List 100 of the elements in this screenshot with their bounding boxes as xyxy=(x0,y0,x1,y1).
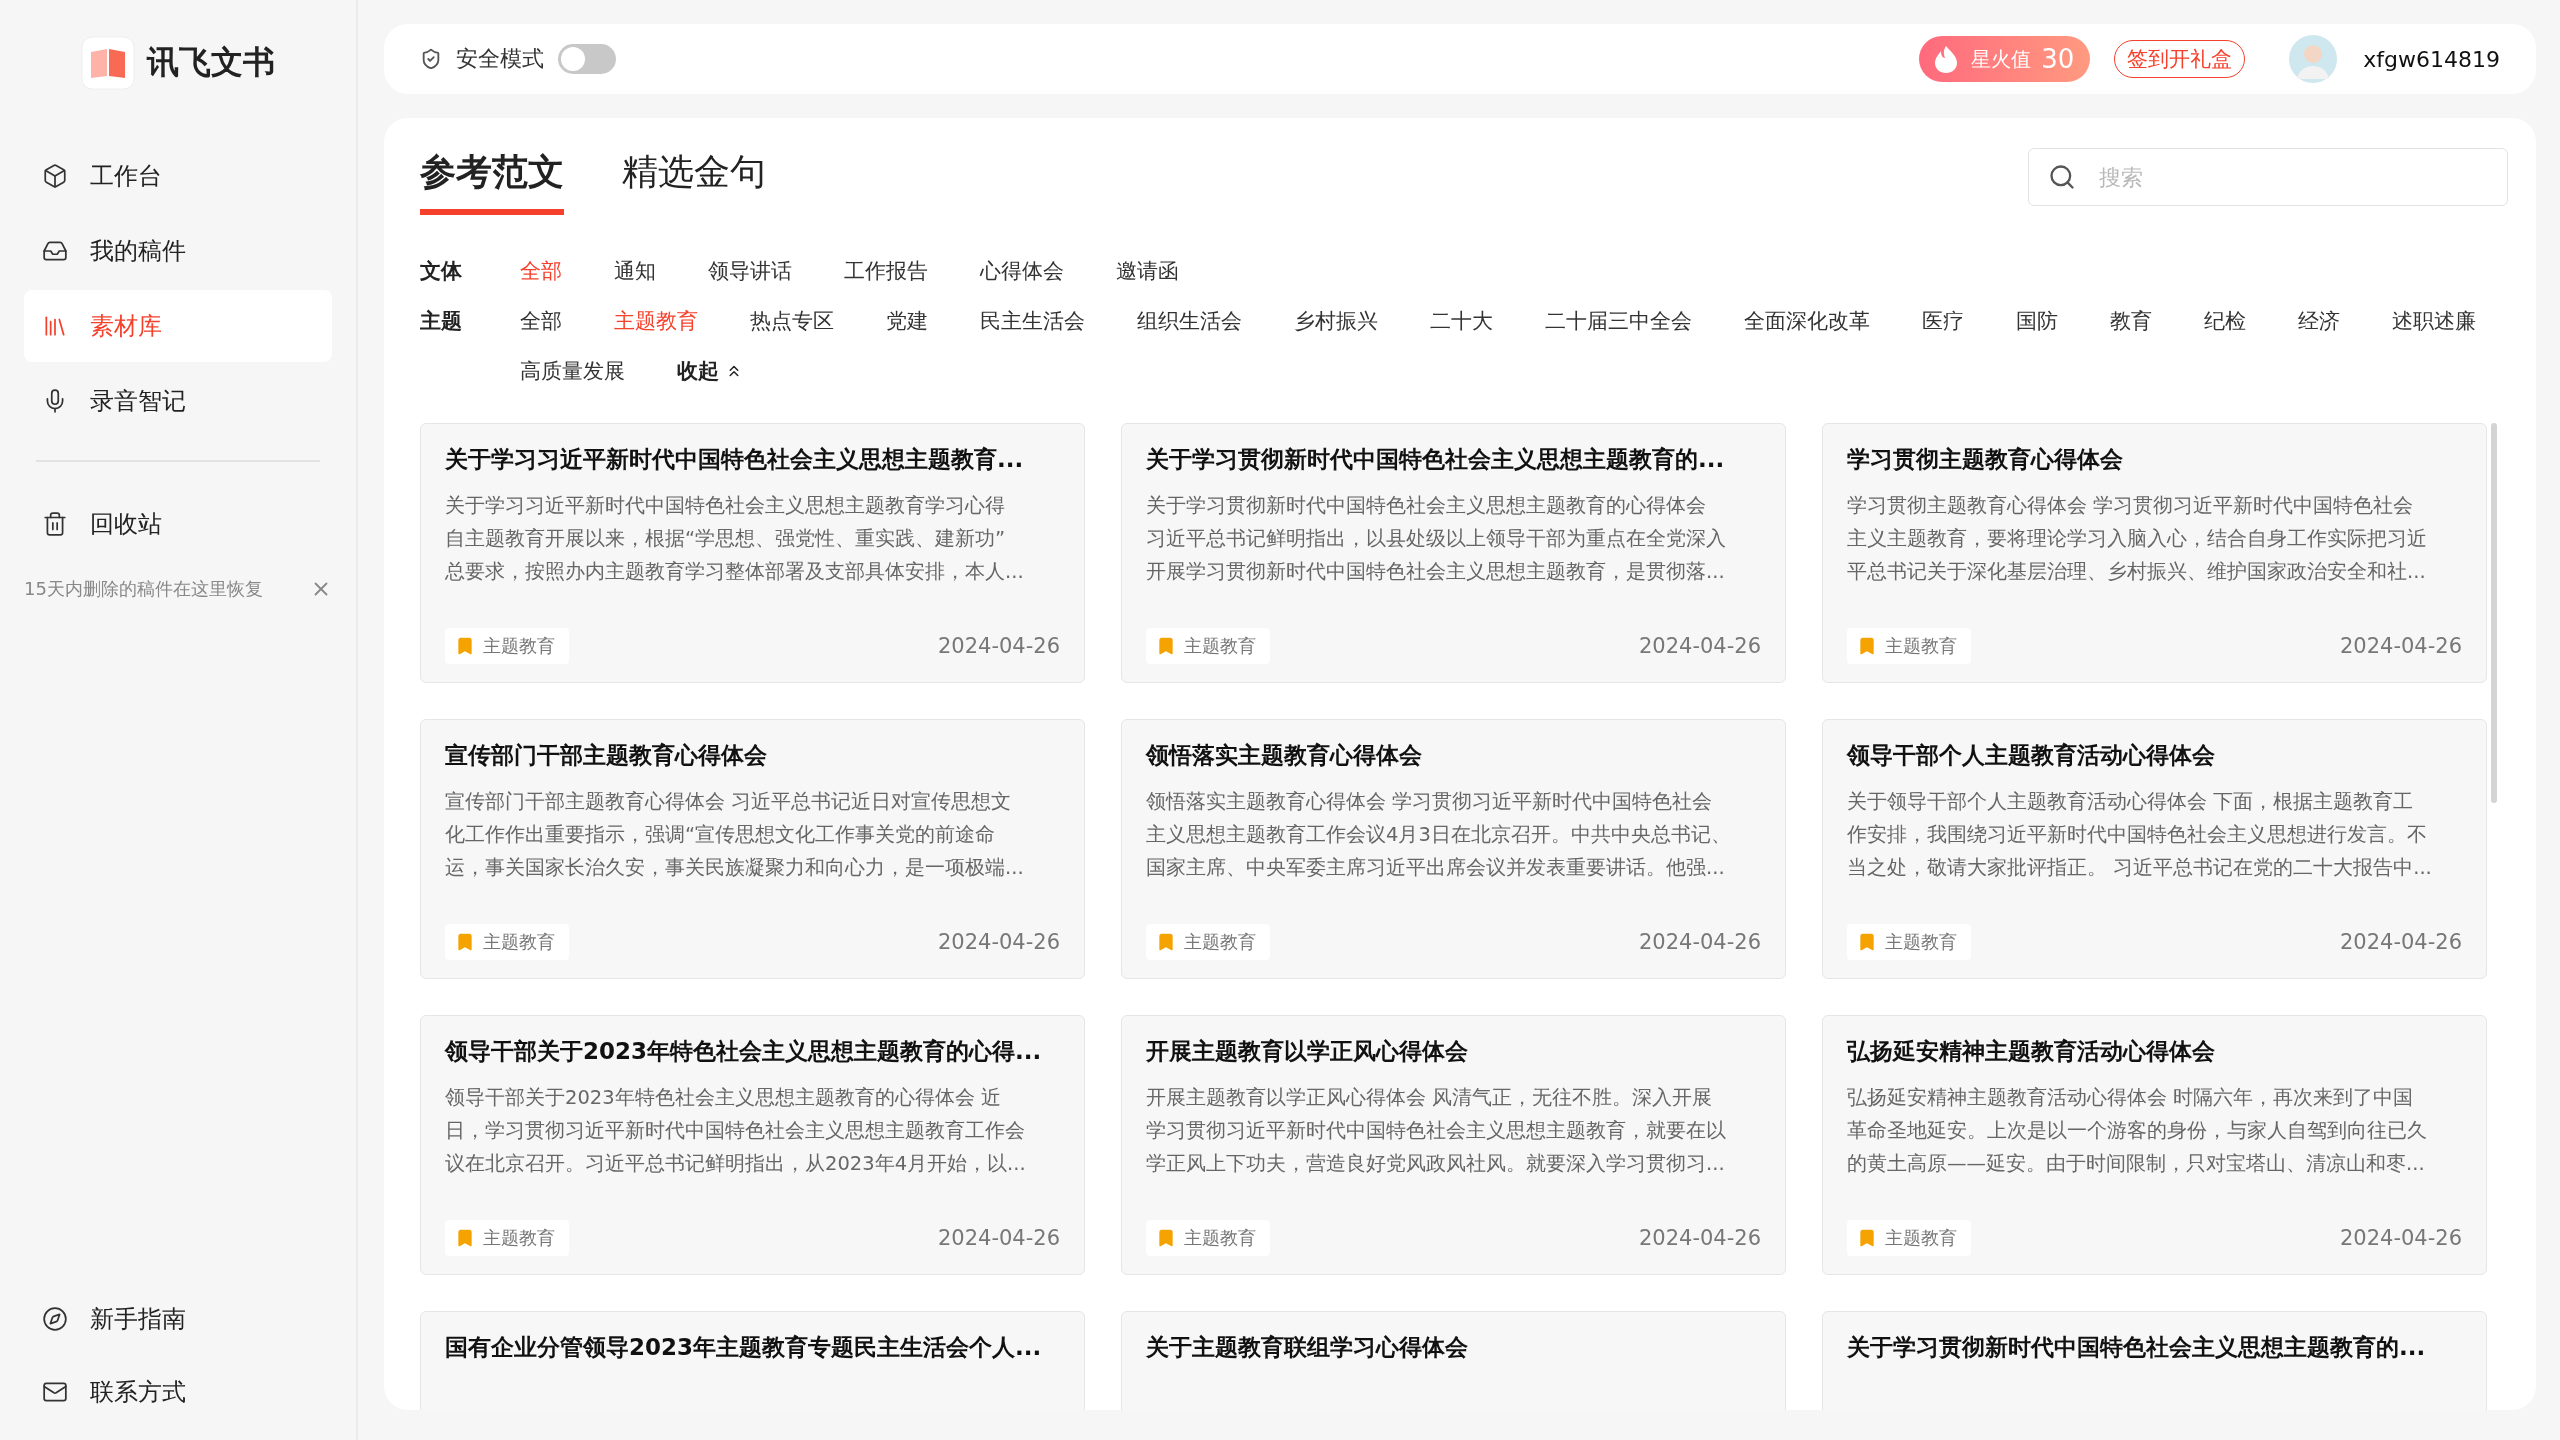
box-icon xyxy=(42,163,68,189)
filter-label: 主题 xyxy=(420,308,463,335)
card-excerpt: 领导干部关于2023年特色社会主义思想主题教育的心得体会 近 日，学习贯彻习近平新时代中国特色社会主义思想主题教育工作会 议在北京召开。习近平总书记鲜明指出，从2023年4月开始，以... xyxy=(445,1085,1027,1177)
checkin-button[interactable]: 签到开礼盒 xyxy=(2114,40,2246,78)
article-card[interactable]: 关于学习习近平新时代中国特色社会主义思想主题教育... 关于学习习近平新时代中国特色社会主义思想主题教育学习心得 自主题教育开展以来，根据“学思想、强党性、重实践、建新功” 总要求，按照办内主题教育学习整体部署及支部具体安排，本人... 主题教育 2024-04-26 xyxy=(420,423,1085,683)
bookmark-icon xyxy=(1156,636,1176,656)
recycle-hint: 15天内删除的稿件在这里恢复 xyxy=(24,577,263,601)
filter-option[interactable]: 全部 xyxy=(520,251,562,291)
topic-tag: 主题教育 xyxy=(445,628,569,664)
article-card[interactable]: 关于主题教育联组学习心得体会 xyxy=(1121,1311,1786,1410)
tab[interactable]: 精选金句 xyxy=(622,148,766,215)
card-excerpt: 领悟落实主题教育心得体会 学习贯彻习近平新时代中国特色社会 主义思想主题教育工作会议4月3日在北京召开。中共中央总书记、 国家主席、中央军委主席习近平出席会议并发表重要讲话。他强... xyxy=(1146,789,1732,881)
card-title: 领悟落实主题教育心得体会 xyxy=(1146,741,1423,770)
topic-tag: 主题教育 xyxy=(445,1220,569,1256)
card-excerpt: 学习贯彻主题教育心得体会 学习贯彻习近平新时代中国特色社会 主义主题教育，要将理论学习入脑入心，结合自身工作实际把习近 平总书记关于深化基层治理、乡村振兴、维护国家政治安全和社... xyxy=(1847,493,2428,585)
filter-option[interactable]: 纪检 xyxy=(2204,301,2246,341)
filter-option[interactable]: 二十大 xyxy=(1430,301,1493,341)
card-date: 2024-04-26 xyxy=(1638,1226,1761,1250)
article-card[interactable]: 宣传部门干部主题教育心得体会 宣传部门干部主题教育心得体会 习近平总书记近日对宣传思想文 化工作作出重要指示，强调“宣传思想文化工作事关党的前途命 运，事关国家长治久安，事关民族凝聚力和向心力，是一项极端... 主题教育 2024-04-26 xyxy=(420,719,1085,979)
tray-icon xyxy=(42,238,68,264)
filter-option[interactable]: 通知 xyxy=(614,251,656,291)
topic-tag: 主题教育 xyxy=(1146,628,1270,664)
card-title: 领导干部关于2023年特色社会主义思想主题教育的心得... xyxy=(445,1037,1043,1066)
card-date: 2024-04-26 xyxy=(2339,634,2462,658)
card-excerpt: 关于领导干部个人主题教育活动心得体会 下面，根据主题教育工 作安排，我围绕习近平新时代中国特色社会主义思想进行发言。不 当之处，敬请大家批评指正。 习近平总书记在党的二十大报告中... xyxy=(1847,789,2433,881)
card-excerpt: 开展主题教育以学正风心得体会 风清气正，无往不胜。深入开展 学习贯彻习近平新时代中国特色社会主义思想主题教育，就要在以 学正风上下功夫，营造良好党风政风社风。就要深入学习贯彻习... xyxy=(1146,1085,1727,1177)
filter-option[interactable]: 领导讲话 xyxy=(708,251,792,291)
filter-option[interactable]: 热点专区 xyxy=(750,301,834,341)
sidebar-item[interactable]: 素材库 xyxy=(24,290,332,362)
collapse-button[interactable]: 收起 xyxy=(677,351,743,391)
article-card[interactable]: 关于学习贯彻新时代中国特色社会主义思想主题教育的... xyxy=(1822,1311,2487,1410)
filter-option[interactable]: 主题教育 xyxy=(614,301,698,341)
article-card[interactable]: 领悟落实主题教育心得体会 领悟落实主题教育心得体会 学习贯彻习近平新时代中国特色社会 主义思想主题教育工作会议4月3日在北京召开。中共中央总书记、 国家主席、中央军委主席习近平出席会议并发表重要讲话。他强... 主题教育 2024-04-26 xyxy=(1121,719,1786,979)
bookmark-icon xyxy=(1156,1228,1176,1248)
sidebar-item[interactable]: 新手指南 xyxy=(24,1284,332,1354)
avatar[interactable] xyxy=(2289,35,2338,83)
topic-tag: 主题教育 xyxy=(445,924,569,960)
app-logo: 讯飞文书 xyxy=(147,42,275,83)
filter-option[interactable]: 心得体会 xyxy=(980,251,1064,291)
card-excerpt: 关于学习习近平新时代中国特色社会主义思想主题教育学习心得 自主题教育开展以来，根据“学思想、强党性、重实践、建新功” 总要求，按照办内主题教育学习整体部署及支部具体安排，本人... xyxy=(445,493,1025,585)
bookmark-icon xyxy=(455,932,475,952)
filter-option[interactable]: 全面深化改革 xyxy=(1744,301,1870,341)
filter-option[interactable]: 述职述廉 xyxy=(2392,301,2476,341)
card-date: 2024-04-26 xyxy=(937,1226,1060,1250)
article-card[interactable]: 弘扬延安精神主题教育活动心得体会 弘扬延安精神主题教育活动心得体会 时隔六年，再次来到了中国 革命圣地延安。上次是以一个游客的身份，与家人自驾到向往已久 的黄土高原——延安。由于时间限制，只对宝塔山、清凉山和枣... 主题教育 2024-04-26 xyxy=(1822,1015,2487,1275)
card-date: 2024-04-26 xyxy=(1638,634,1761,658)
article-card[interactable]: 关于学习贯彻新时代中国特色社会主义思想主题教育的... 关于学习贯彻新时代中国特色社会主义思想主题教育的心得体会 习近平总书记鲜明指出，以县处级以上领导干部为重点在全党深入 开展学习贯彻新时代中国特色社会主义思想主题教育，是贯彻落... 主题教育 2024-04-26 xyxy=(1121,423,1786,683)
filter-label: 文体 xyxy=(420,258,463,285)
filter-option[interactable]: 邀请函 xyxy=(1116,251,1179,291)
filter-option[interactable]: 工作报告 xyxy=(844,251,928,291)
filter-option[interactable]: 国防 xyxy=(2016,301,2058,341)
filter-option[interactable]: 教育 xyxy=(2110,301,2152,341)
topic-tag: 主题教育 xyxy=(1847,628,1971,664)
spark-value: 30 xyxy=(2041,44,2075,74)
bookmark-icon xyxy=(455,636,475,656)
card-excerpt: 关于学习贯彻新时代中国特色社会主义思想主题教育的心得体会 习近平总书记鲜明指出，以县处级以上领导干部为重点在全党深入 开展学习贯彻新时代中国特色社会主义思想主题教育，是贯彻落... xyxy=(1146,493,1727,585)
card-title: 关于学习习近平新时代中国特色社会主义思想主题教育... xyxy=(445,445,1025,474)
sidebar-item[interactable]: 我的稿件 xyxy=(24,215,332,287)
filter-option[interactable]: 乡村振兴 xyxy=(1294,301,1378,341)
filter-option[interactable]: 组织生活会 xyxy=(1137,301,1242,341)
card-title: 宣传部门干部主题教育心得体会 xyxy=(445,741,768,770)
filter-option[interactable]: 民主生活会 xyxy=(980,301,1085,341)
trash-icon xyxy=(42,511,68,537)
bookmark-icon xyxy=(1857,636,1877,656)
card-title: 学习贯彻主题教育心得体会 xyxy=(1847,445,2124,474)
compass-icon xyxy=(42,1306,68,1332)
article-card[interactable]: 领导干部关于2023年特色社会主义思想主题教育的心得... 领导干部关于2023年特色社会主义思想主题教育的心得体会 近 日，学习贯彻习近平新时代中国特色社会主义思想主题教育工作会 议在北京召开。习近平总书记鲜明指出，从2023年4月开始，以... 主题教育 2024-04-26 xyxy=(420,1015,1085,1275)
safe-mode-toggle[interactable] xyxy=(558,44,616,74)
sidebar-item[interactable]: 联系方式 xyxy=(24,1357,332,1427)
filter-option[interactable]: 医疗 xyxy=(1922,301,1964,341)
article-card[interactable]: 国有企业分管领导2023年主题教育专题民主生活会个人... xyxy=(420,1311,1085,1410)
sidebar-item[interactable]: 录音智记 xyxy=(24,365,332,437)
sidebar-item[interactable]: 工作台 xyxy=(24,140,332,212)
card-title: 国有企业分管领导2023年主题教育专题民主生活会个人... xyxy=(445,1333,1043,1362)
sidebar-item[interactable]: 回收站 xyxy=(24,488,332,560)
search-field[interactable]: 搜索 xyxy=(2028,148,2508,206)
filter-option[interactable]: 全部 xyxy=(520,301,562,341)
bookmark-icon xyxy=(1857,1228,1877,1248)
card-title: 关于学习贯彻新时代中国特色社会主义思想主题教育的... xyxy=(1146,445,1726,474)
card-date: 2024-04-26 xyxy=(937,930,1060,954)
article-card[interactable]: 领导干部个人主题教育活动心得体会 关于领导干部个人主题教育活动心得体会 下面，根据主题教育工 作安排，我围绕习近平新时代中国特色社会主义思想进行发言。不 当之处，敬请大家批评指正。 习近平总书记在党的二十大报告中... 主题教育 2024-04-26 xyxy=(1822,719,2487,979)
tab[interactable]: 参考范文 xyxy=(420,148,564,215)
card-title: 开展主题教育以学正风心得体会 xyxy=(1146,1037,1469,1066)
topic-tag: 主题教育 xyxy=(1146,924,1270,960)
safe-mode-label: 安全模式 xyxy=(456,45,544,73)
filter-option[interactable]: 高质量发展 xyxy=(520,351,625,391)
article-card[interactable]: 学习贯彻主题教育心得体会 学习贯彻主题教育心得体会 学习贯彻习近平新时代中国特色社会 主义主题教育，要将理论学习入脑入心，结合自身工作实际把习近 平总书记关于深化基层治理、乡村振兴、维护国家政治安全和社... 主题教育 2024-04-26 xyxy=(1822,423,2487,683)
spark-label: 星火值 xyxy=(1971,45,2032,73)
bookmark-icon xyxy=(1156,932,1176,952)
scrollbar-thumb[interactable] xyxy=(2491,423,2497,803)
card-title: 关于学习贯彻新时代中国特色社会主义思想主题教育的... xyxy=(1847,1333,2427,1362)
topic-tag: 主题教育 xyxy=(1847,924,1971,960)
bookmark-icon xyxy=(1857,932,1877,952)
search-icon xyxy=(2048,163,2076,191)
filter-option[interactable]: 经济 xyxy=(2298,301,2340,341)
filter-option[interactable]: 党建 xyxy=(886,301,928,341)
article-card[interactable]: 开展主题教育以学正风心得体会 开展主题教育以学正风心得体会 风清气正，无往不胜。深入开展 学习贯彻习近平新时代中国特色社会主义思想主题教育，就要在以 学正风上下功夫，营造良好党风政风社风。就要深入学习贯彻习... 主题教育 2024-04-26 xyxy=(1121,1015,1786,1275)
card-date: 2024-04-26 xyxy=(2339,930,2462,954)
filter-option[interactable]: 二十届三中全会 xyxy=(1545,301,1692,341)
topic-tag: 主题教育 xyxy=(1146,1220,1270,1256)
